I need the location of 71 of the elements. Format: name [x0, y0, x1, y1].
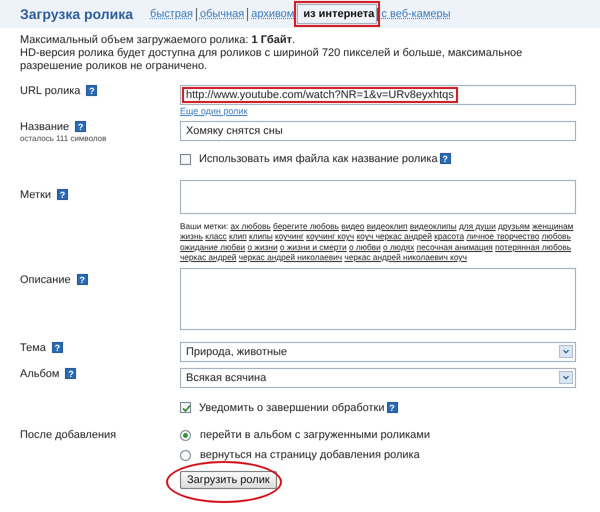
checkbox[interactable]: [180, 402, 191, 414]
tag-link[interactable]: ожидание любви: [180, 242, 246, 252]
upload-tab[interactable]: архивом: [247, 8, 298, 20]
tag-link[interactable]: красота: [434, 231, 464, 242]
field-label: Описание: [20, 274, 71, 286]
url-field[interactable]: http://www.youtube.com/watch?NR=1&v=URv8eyxhtqs: [180, 85, 576, 105]
tag-link[interactable]: черкас андрей николаевич коуч: [344, 252, 467, 262]
tag-link[interactable]: коуч черкас андрей: [356, 231, 432, 242]
upload-tab[interactable]: обычная: [196, 8, 248, 20]
your-tags-label: Ваши метки:: [180, 220, 228, 231]
help-icon[interactable]: ?: [75, 121, 86, 132]
info-text: HD-версия ролика будет доступна для роликов с шириной 720 пикселей и больше, максимальное разрешение роликов не ограничено.: [20, 47, 524, 73]
checkbox-label[interactable]: Использовать имя файла как название ролика: [199, 153, 438, 166]
radio-label[interactable]: перейти в альбом с загруженными роликами: [200, 429, 430, 442]
chevron-down-icon: [559, 371, 573, 384]
tag-link[interactable]: для души: [458, 220, 496, 231]
chevron-down-icon: [559, 345, 573, 358]
tag-link[interactable]: друзьям: [498, 220, 530, 231]
tag-link[interactable]: берегите любовь: [273, 220, 339, 231]
tag-link[interactable]: видеоклип: [366, 220, 408, 231]
add-another-link[interactable]: Еще один ролик: [180, 106, 248, 116]
help-icon[interactable]: ?: [86, 85, 98, 96]
tag-link[interactable]: черкас андрей николаевич: [238, 252, 342, 262]
tag-link[interactable]: видео: [341, 220, 364, 231]
tag-link[interactable]: жизнь: [180, 231, 203, 242]
tag-link[interactable]: песочная анимация: [416, 242, 493, 252]
tag-link[interactable]: о людях: [383, 242, 414, 252]
tag-link[interactable]: любовь: [542, 231, 571, 242]
radio-label[interactable]: вернуться на страницу добавления ролика: [200, 449, 420, 462]
checkbox-label[interactable]: Уведомить о завершении обработки: [199, 402, 385, 414]
tags-field[interactable]: [180, 180, 576, 214]
tag-link[interactable]: о жизни и смерти: [280, 242, 347, 252]
field-label: URL ролика: [20, 85, 80, 97]
tag-link[interactable]: клипы: [249, 231, 273, 242]
tag-link[interactable]: о жизни: [247, 242, 278, 252]
help-icon[interactable]: ?: [386, 402, 398, 413]
field-label: Название: [20, 121, 70, 133]
upload-tab[interactable]: из интернета: [297, 4, 378, 24]
radio-button[interactable]: [180, 430, 191, 441]
tag-link[interactable]: видеоклипы: [410, 220, 457, 231]
help-icon[interactable]: ?: [440, 153, 451, 164]
page-title: Загрузка ролика: [20, 6, 134, 22]
field-label: Альбом: [20, 368, 60, 380]
description-field[interactable]: [180, 268, 576, 330]
tag-link[interactable]: коучинг коуч: [306, 231, 354, 242]
tag-link[interactable]: черкас андрей: [180, 252, 236, 262]
help-icon[interactable]: ?: [76, 274, 88, 285]
field-label: Метки: [20, 188, 52, 201]
help-icon[interactable]: ?: [52, 342, 63, 353]
chars-left-note: осталось 111 символов: [20, 134, 108, 144]
title-field[interactable]: Хомяку снятся сны: [180, 121, 576, 141]
radio-button[interactable]: [180, 450, 191, 461]
tag-link[interactable]: женщинам: [532, 220, 574, 231]
tag-link[interactable]: класс: [205, 231, 227, 242]
tag-link[interactable]: потерянная любовь: [495, 242, 572, 252]
upload-tab[interactable]: быстрая: [147, 8, 196, 20]
tag-link[interactable]: клип: [229, 231, 247, 242]
topic-dropdown[interactable]: Природа, животные: [180, 342, 576, 362]
field-label: Тема: [20, 342, 46, 354]
help-icon[interactable]: ?: [57, 188, 68, 200]
album-dropdown[interactable]: Всякая всячина: [180, 368, 576, 388]
info-text: Максимальный объем загружаемого ролика: 1 Гбайт.: [20, 34, 296, 47]
tag-link[interactable]: личное творчество: [466, 231, 540, 242]
tag-link[interactable]: ах любовь: [230, 220, 271, 231]
checkbox[interactable]: [180, 154, 191, 165]
upload-tab[interactable]: с веб-камеры: [377, 8, 454, 20]
tag-link[interactable]: о любви: [348, 242, 381, 252]
field-label: После добавления: [20, 429, 116, 442]
upload-button[interactable]: Загрузить ролик: [180, 471, 277, 490]
help-icon[interactable]: ?: [65, 368, 76, 379]
tag-link[interactable]: коучинг: [275, 231, 304, 242]
